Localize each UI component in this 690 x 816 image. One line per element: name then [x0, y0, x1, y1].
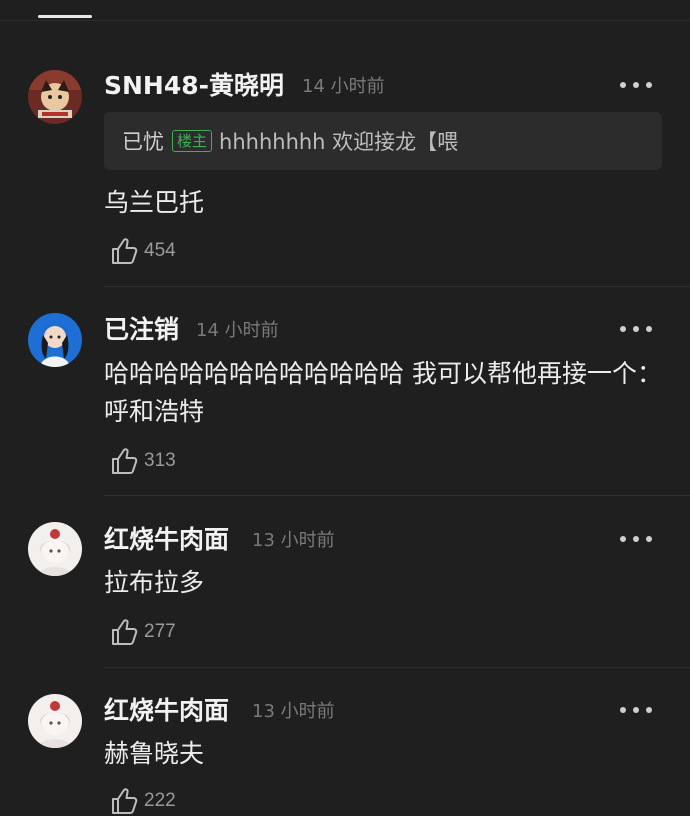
avatar[interactable]	[28, 70, 82, 124]
comment-text: 乌兰巴托	[104, 188, 205, 217]
dot-icon	[633, 707, 639, 713]
active-tab-indicator[interactable]	[38, 15, 92, 18]
comment-username[interactable]: SNH48-黄晓明	[104, 71, 284, 101]
like-button[interactable]: 313	[110, 446, 176, 476]
thumbs-up-icon	[112, 788, 138, 814]
dot-icon	[633, 536, 639, 542]
dot-icon	[633, 326, 639, 332]
comment-text: 哈哈哈哈哈哈哈哈哈哈哈哈 我可以帮他再接一个：呼和浩特	[104, 359, 662, 426]
dot-icon	[620, 326, 626, 332]
dot-icon	[646, 82, 652, 88]
comment-time: 14 小时前	[302, 76, 385, 97]
like-count: 222	[144, 790, 176, 811]
comment-time: 13 小时前	[252, 701, 335, 722]
comment-time: 13 小时前	[252, 530, 335, 551]
dot-icon	[646, 536, 652, 542]
more-options-button[interactable]	[620, 319, 652, 339]
like-count: 454	[144, 240, 176, 261]
like-button[interactable]: 454	[110, 236, 176, 266]
dot-icon	[633, 82, 639, 88]
thumbs-up-icon	[112, 619, 138, 645]
dot-icon	[646, 707, 652, 713]
divider	[104, 667, 690, 668]
dot-icon	[620, 82, 626, 88]
quoted-reply[interactable]: 已忧 楼主 hhhhhhhh 欢迎接龙【喂	[104, 112, 662, 170]
thumbs-up-icon	[112, 448, 138, 474]
comment-time: 14 小时前	[196, 320, 279, 341]
more-options-button[interactable]	[620, 700, 652, 720]
dot-icon	[620, 707, 626, 713]
divider	[104, 495, 690, 496]
like-button[interactable]: 222	[110, 786, 176, 816]
more-options-button[interactable]	[620, 75, 652, 95]
comment-username[interactable]: 已注销	[104, 315, 179, 345]
top-tab-bar	[0, 0, 690, 21]
quoted-text: hhhhhhhh 欢迎接龙【喂	[219, 130, 459, 154]
comment-username[interactable]: 红烧牛肉面	[104, 696, 229, 726]
quoted-username[interactable]: 已忧	[122, 126, 164, 156]
like-count: 313	[144, 450, 176, 471]
comment-text: 赫鲁晓夫	[104, 739, 205, 768]
like-button[interactable]: 277	[110, 617, 176, 647]
comment-username[interactable]: 红烧牛肉面	[104, 525, 229, 555]
avatar[interactable]	[28, 522, 82, 576]
divider	[104, 286, 690, 287]
avatar[interactable]	[28, 694, 82, 748]
op-badge: 楼主	[172, 130, 213, 152]
more-options-button[interactable]	[620, 529, 652, 549]
dot-icon	[620, 536, 626, 542]
avatar[interactable]	[28, 313, 82, 367]
thumbs-up-icon	[112, 238, 138, 264]
like-count: 277	[144, 621, 176, 642]
comment-text: 拉布拉多	[104, 568, 205, 597]
dot-icon	[646, 326, 652, 332]
